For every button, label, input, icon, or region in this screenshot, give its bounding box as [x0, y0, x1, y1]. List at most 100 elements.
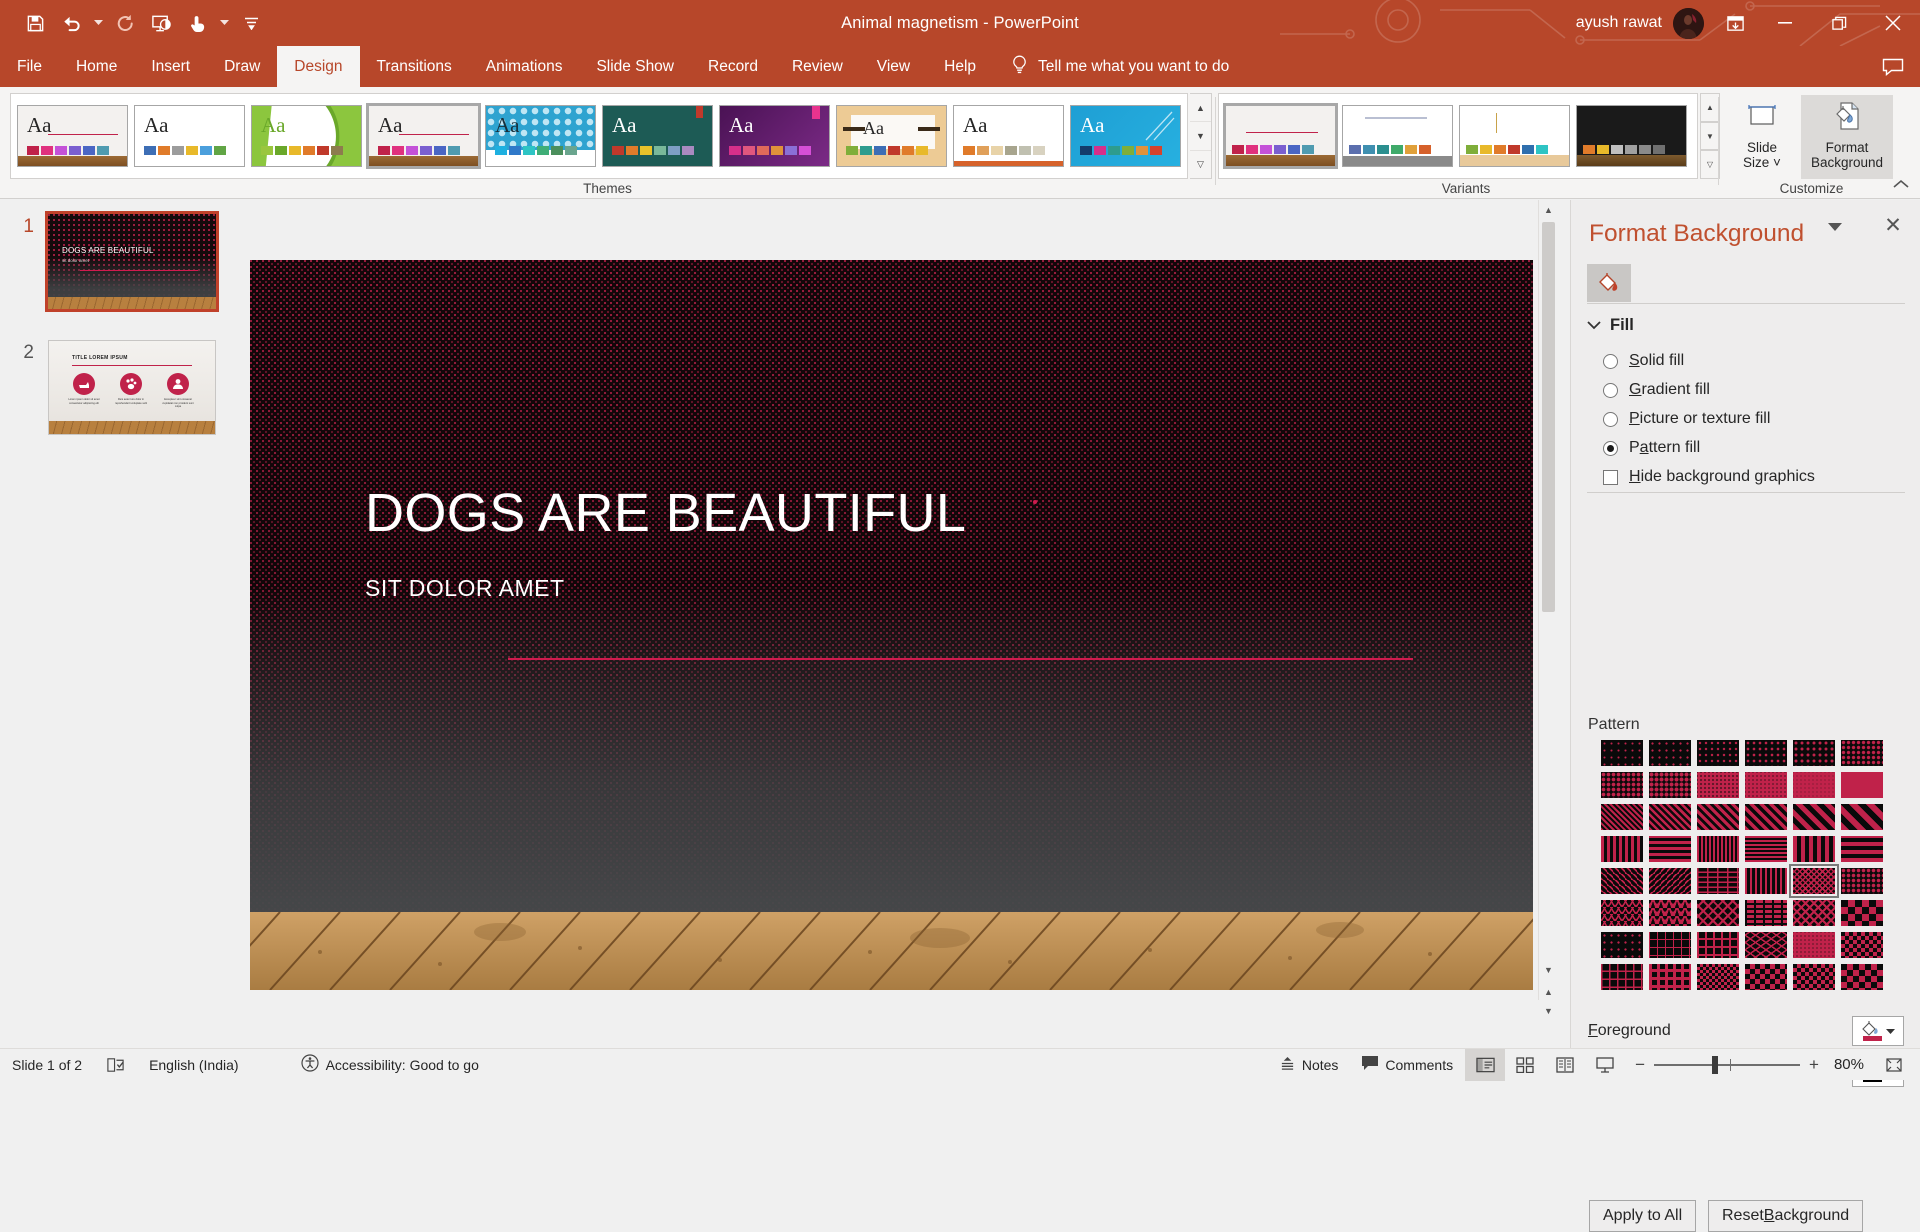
- radio-indicator[interactable]: [1603, 412, 1618, 427]
- variants-scroll-up-icon[interactable]: ▲: [1700, 93, 1720, 122]
- pattern-swatch[interactable]: [1793, 836, 1835, 862]
- pattern-swatch-grid[interactable]: [1601, 740, 1891, 990]
- pattern-swatch[interactable]: [1649, 836, 1691, 862]
- start-presentation-icon[interactable]: [144, 6, 178, 40]
- panel-close-icon[interactable]: ✕: [1880, 212, 1906, 238]
- slide-thumb-2[interactable]: 2 TITLE LOREM IPSUM Lorem ipsum dolor si…: [8, 340, 216, 435]
- radio-indicator[interactable]: [1603, 383, 1618, 398]
- zoom-out-button[interactable]: −: [1635, 1055, 1645, 1075]
- theme-teal-quotable[interactable]: Aa: [602, 105, 713, 167]
- variant-blue-grey[interactable]: [1342, 105, 1453, 167]
- variants-gallery[interactable]: [1218, 93, 1698, 179]
- pattern-swatch[interactable]: [1601, 868, 1643, 894]
- pattern-swatch[interactable]: [1841, 740, 1883, 766]
- theme-blue-ion[interactable]: Aa: [485, 105, 596, 167]
- pattern-swatch[interactable]: [1601, 964, 1643, 990]
- tab-record[interactable]: Record: [691, 46, 775, 87]
- slide-subtitle[interactable]: SIT DOLOR AMET: [365, 575, 565, 602]
- solid-fill-radio[interactable]: Solid fill: [1603, 352, 1684, 370]
- variant-dark[interactable]: [1576, 105, 1687, 167]
- reading-view-button[interactable]: [1545, 1049, 1585, 1081]
- slide-size-button[interactable]: SlideSize ˅: [1729, 95, 1795, 179]
- tab-design[interactable]: Design: [277, 46, 359, 87]
- theme-wood-type[interactable]: Aa: [836, 105, 947, 167]
- pattern-swatch[interactable]: [1697, 868, 1739, 894]
- pattern-swatch[interactable]: [1649, 740, 1691, 766]
- pattern-swatch[interactable]: [1745, 740, 1787, 766]
- themes-gallery-scroll[interactable]: ▲ ▼ ▽: [1190, 93, 1212, 179]
- pattern-swatch[interactable]: [1697, 900, 1739, 926]
- next-slide-icon[interactable]: ▼: [1539, 1002, 1558, 1020]
- theme-wood-office-selected[interactable]: Aa: [368, 105, 479, 167]
- picture-texture-fill-radio[interactable]: Picture or texture fill: [1603, 410, 1770, 428]
- foreground-color-button[interactable]: [1852, 1016, 1904, 1046]
- scroll-up-icon[interactable]: ▲: [1539, 200, 1558, 220]
- chevron-down-icon[interactable]: [1587, 317, 1601, 334]
- pattern-swatch[interactable]: [1649, 900, 1691, 926]
- theme-office-blank[interactable]: Aa: [134, 105, 245, 167]
- pattern-swatch[interactable]: [1745, 964, 1787, 990]
- accessibility-status[interactable]: Accessibility: Good to go: [251, 1049, 491, 1081]
- tell-me-search[interactable]: Tell me what you want to do: [993, 46, 1241, 87]
- ribbon-display-options-icon[interactable]: [1712, 0, 1758, 46]
- pattern-swatch[interactable]: [1601, 804, 1643, 830]
- variant-green-tan[interactable]: [1459, 105, 1570, 167]
- zoom-thumb[interactable]: [1712, 1056, 1718, 1074]
- pattern-swatch[interactable]: [1649, 964, 1691, 990]
- slide-counter[interactable]: Slide 1 of 2: [0, 1049, 94, 1081]
- variants-gallery-scroll[interactable]: ▲ ▼ ▽: [1700, 93, 1720, 179]
- pattern-swatch[interactable]: [1841, 836, 1883, 862]
- account-area[interactable]: ayush rawat: [1562, 8, 1712, 39]
- spell-check-icon[interactable]: [94, 1049, 137, 1081]
- language-indicator[interactable]: English (India): [137, 1049, 251, 1081]
- zoom-slider[interactable]: − + 80%: [1625, 1055, 1874, 1075]
- scrollbar-thumb[interactable]: [1542, 222, 1555, 612]
- variants-more-icon[interactable]: ▽: [1700, 150, 1720, 179]
- pattern-fill-radio[interactable]: Pattern fill: [1603, 439, 1700, 457]
- pattern-swatch[interactable]: [1697, 804, 1739, 830]
- pattern-swatch[interactable]: [1745, 772, 1787, 798]
- slide-thumbnail-pane[interactable]: 1 DOGS ARE BEAUTIFUL sit dolor amet 2 TI…: [0, 200, 237, 1060]
- comments-ribbon-icon[interactable]: [1876, 50, 1910, 84]
- save-icon[interactable]: [18, 6, 52, 40]
- tab-review[interactable]: Review: [775, 46, 860, 87]
- pattern-swatch[interactable]: [1841, 964, 1883, 990]
- pattern-swatch[interactable]: [1601, 932, 1643, 958]
- pattern-swatch[interactable]: [1793, 868, 1835, 894]
- pattern-swatch[interactable]: [1649, 772, 1691, 798]
- pattern-swatch[interactable]: [1793, 964, 1835, 990]
- pattern-swatch[interactable]: [1841, 932, 1883, 958]
- collapse-ribbon-icon[interactable]: [1890, 174, 1912, 194]
- theme-orange-banded[interactable]: Aa: [953, 105, 1064, 167]
- radio-indicator[interactable]: [1603, 441, 1618, 456]
- slide-thumb-preview[interactable]: DOGS ARE BEAUTIFUL sit dolor amet: [48, 214, 216, 309]
- themes-scroll-up-icon[interactable]: ▲: [1190, 94, 1211, 122]
- pattern-swatch[interactable]: [1745, 900, 1787, 926]
- pattern-swatch[interactable]: [1697, 964, 1739, 990]
- previous-slide-icon[interactable]: ▲: [1539, 982, 1558, 1002]
- pattern-swatch[interactable]: [1745, 868, 1787, 894]
- theme-green-facet[interactable]: Aa: [251, 105, 362, 167]
- pattern-swatch[interactable]: [1697, 932, 1739, 958]
- tab-slide-show[interactable]: Slide Show: [579, 46, 691, 87]
- touch-mode-dropdown-icon[interactable]: [216, 6, 232, 40]
- pattern-swatch[interactable]: [1841, 868, 1883, 894]
- themes-more-icon[interactable]: ▽: [1190, 151, 1211, 178]
- checkbox-indicator[interactable]: [1603, 470, 1618, 485]
- pattern-swatch[interactable]: [1745, 804, 1787, 830]
- tab-help[interactable]: Help: [927, 46, 993, 87]
- scroll-down-icon[interactable]: ▼: [1539, 960, 1558, 980]
- slide-canvas[interactable]: DOGS ARE BEAUTIFUL SIT DOLOR AMET: [250, 260, 1533, 990]
- comments-button[interactable]: Comments: [1350, 1049, 1465, 1081]
- apply-to-all-button[interactable]: Apply to All: [1589, 1200, 1696, 1232]
- fill-bucket-icon[interactable]: [1587, 264, 1631, 302]
- pattern-swatch[interactable]: [1841, 900, 1883, 926]
- notes-button[interactable]: Notes: [1268, 1049, 1351, 1081]
- pattern-swatch[interactable]: [1841, 804, 1883, 830]
- pattern-swatch[interactable]: [1793, 900, 1835, 926]
- gradient-fill-radio[interactable]: Gradient fill: [1603, 381, 1710, 399]
- fit-slide-icon[interactable]: [1874, 1049, 1914, 1081]
- slideshow-view-button[interactable]: [1585, 1049, 1625, 1081]
- close-button[interactable]: [1866, 0, 1920, 46]
- redo-icon[interactable]: [108, 6, 142, 40]
